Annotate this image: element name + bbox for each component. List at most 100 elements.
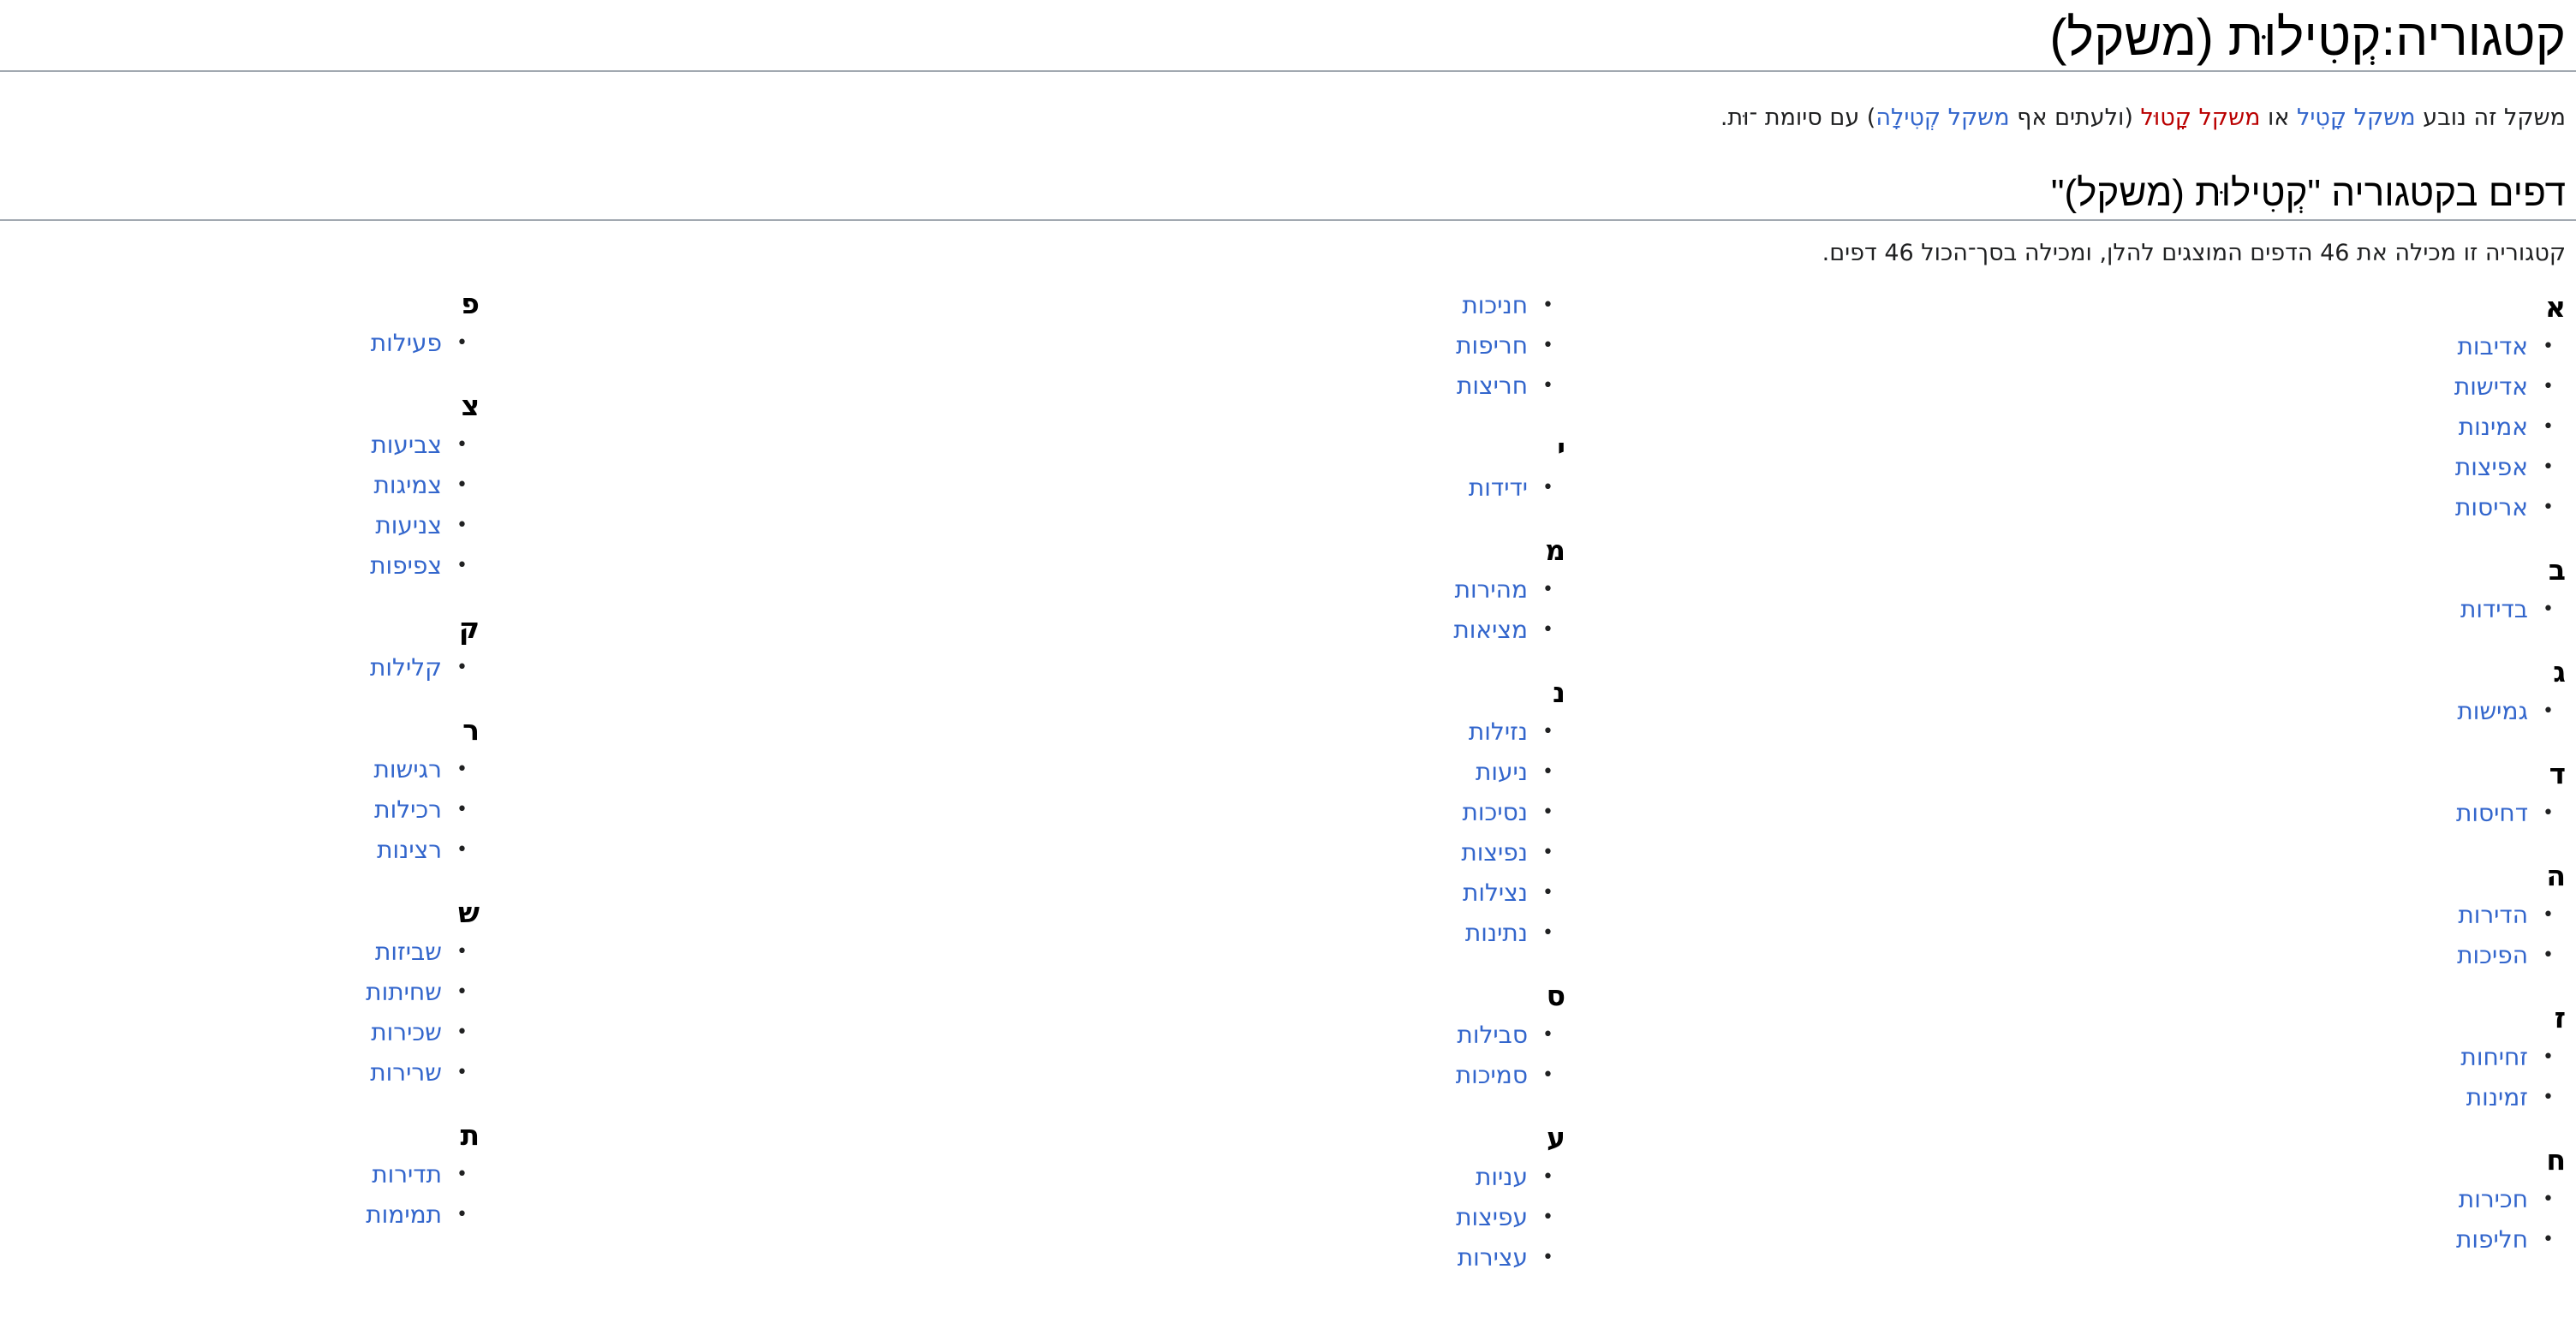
letter-heading: פ bbox=[461, 287, 480, 320]
category-page-link[interactable]: הפיכות bbox=[2457, 941, 2528, 969]
link-mishkal-ktila[interactable]: משקל קְטִילָה bbox=[1875, 104, 2009, 131]
list-item: • פעילות bbox=[34, 323, 480, 363]
letter-group: ר • רגישות • רכילות • רצינות bbox=[34, 712, 480, 870]
bullet-icon: • bbox=[456, 839, 468, 861]
category-page-link[interactable]: צביעות bbox=[371, 431, 442, 459]
list-item: • עצירות bbox=[1120, 1237, 1565, 1278]
bullet-icon: • bbox=[456, 799, 468, 820]
category-page-link[interactable]: אדיבות bbox=[2458, 332, 2528, 361]
category-column-3: פ • פעילות צ • צביעות • צמיגות • צניעות • צפיפות ק • ק… bbox=[34, 285, 480, 1259]
bullet-icon: • bbox=[456, 981, 468, 1003]
category-page-link[interactable]: נצילות bbox=[1463, 879, 1528, 907]
letter-list: • קלילות bbox=[34, 647, 480, 688]
category-page-link[interactable]: עניות bbox=[1476, 1163, 1528, 1191]
bullet-icon: • bbox=[2543, 336, 2554, 357]
category-page-link[interactable]: רגישות bbox=[374, 755, 442, 784]
category-page-link[interactable]: צפיפות bbox=[370, 551, 442, 580]
bullet-icon: • bbox=[456, 1164, 468, 1185]
category-page-link[interactable]: גמישות bbox=[2457, 697, 2528, 725]
list-item: • אמינות bbox=[2120, 407, 2566, 447]
category-page-link[interactable]: פעילות bbox=[371, 329, 442, 357]
list-item: • מהירות bbox=[1120, 569, 1565, 610]
bullet-icon: • bbox=[2543, 1189, 2554, 1210]
category-page-link[interactable]: ניעות bbox=[1476, 758, 1528, 786]
bullet-icon: • bbox=[1542, 619, 1553, 641]
bullet-icon: • bbox=[456, 434, 468, 456]
bullet-icon: • bbox=[1542, 295, 1553, 316]
bullet-icon: • bbox=[1542, 721, 1553, 742]
letter-group: ז • זחיחות • זמינות bbox=[2120, 999, 2566, 1117]
category-page-link[interactable]: צמיגות bbox=[374, 471, 442, 499]
list-item: • קלילות bbox=[34, 647, 480, 688]
category-page-link[interactable]: קלילות bbox=[370, 653, 442, 682]
category-page-link[interactable]: חניכות bbox=[1462, 291, 1528, 319]
category-page-link[interactable]: חריפות bbox=[1456, 331, 1528, 360]
category-page-link[interactable]: אפיצות bbox=[2455, 453, 2528, 481]
category-page-link[interactable]: עפיצות bbox=[1456, 1203, 1528, 1231]
category-page-link[interactable]: עצירות bbox=[1458, 1243, 1528, 1272]
link-mishkal-katul[interactable]: משקל קָטוּל bbox=[2141, 104, 2261, 131]
bullet-icon: • bbox=[456, 1062, 468, 1083]
category-page-link[interactable]: חריצות bbox=[1457, 372, 1528, 400]
letter-list: • תדירות • תמימות bbox=[34, 1154, 480, 1235]
category-page-link[interactable]: אריסות bbox=[2455, 493, 2528, 521]
list-item: • בדידות bbox=[2120, 589, 2566, 629]
bullet-icon: • bbox=[456, 759, 468, 780]
category-page-link[interactable]: חליפות bbox=[2456, 1225, 2528, 1254]
bullet-icon: • bbox=[456, 332, 468, 354]
bullet-icon: • bbox=[1542, 335, 1553, 356]
category-page-link[interactable]: סמיכות bbox=[1456, 1061, 1528, 1089]
category-page-link[interactable]: נסיכות bbox=[1463, 798, 1528, 826]
list-item: • עניות bbox=[1120, 1157, 1565, 1197]
category-page-link[interactable]: נזילות bbox=[1469, 718, 1528, 746]
category-page-link[interactable]: אמינות bbox=[2459, 413, 2528, 441]
list-item: • שביזות bbox=[34, 932, 480, 972]
category-page-link[interactable]: רצינות bbox=[377, 836, 442, 864]
category-page-link[interactable]: מציאות bbox=[1453, 616, 1528, 644]
category-page-link[interactable]: נפיצות bbox=[1461, 838, 1528, 867]
category-page-link[interactable]: אדישות bbox=[2454, 372, 2528, 401]
category-page-link[interactable]: נתינות bbox=[1465, 919, 1528, 947]
list-item: • זחיחות bbox=[2120, 1037, 2566, 1077]
letter-heading: ק bbox=[458, 611, 480, 645]
list-item: • נסיכות bbox=[1120, 792, 1565, 832]
list-item: • ידידות bbox=[1120, 468, 1565, 508]
bullet-icon: • bbox=[2543, 456, 2554, 478]
list-item: • שכירות bbox=[34, 1012, 480, 1052]
category-page-link[interactable]: שכירות bbox=[371, 1018, 442, 1046]
category-page-link[interactable]: ידידות bbox=[1469, 474, 1528, 502]
category-page-link[interactable]: רכילות bbox=[374, 796, 442, 824]
category-page-link[interactable]: שרירות bbox=[370, 1058, 442, 1087]
letter-group: פ • פעילות bbox=[34, 285, 480, 363]
category-page-link[interactable]: שחיתות bbox=[366, 978, 442, 1006]
bullet-icon: • bbox=[1542, 375, 1553, 396]
category-page-link[interactable]: זמינות bbox=[2466, 1083, 2528, 1111]
category-page-link[interactable]: דחיסות bbox=[2456, 799, 2528, 827]
category-page-link[interactable]: זחיחות bbox=[2460, 1043, 2528, 1071]
category-page-link[interactable]: חכירות bbox=[2459, 1185, 2528, 1213]
list-item: • סבילות bbox=[1120, 1015, 1565, 1055]
category-page-link[interactable]: שביזות bbox=[375, 938, 442, 966]
category-page-link[interactable]: סבילות bbox=[1457, 1021, 1528, 1049]
category-page-link[interactable]: הדירות bbox=[2458, 901, 2528, 929]
letter-list: • רגישות • רכילות • רצינות bbox=[34, 749, 480, 870]
category-page-link[interactable]: תדירות bbox=[372, 1160, 442, 1189]
letter-group: י • ידידות bbox=[1120, 430, 1565, 508]
intro-text-3: (ולעתים אף bbox=[2009, 104, 2141, 131]
category-page-link[interactable]: מהירות bbox=[1455, 575, 1528, 604]
list-item: • אפיצות bbox=[2120, 447, 2566, 487]
letter-list: • הדירות • הפיכות bbox=[2120, 895, 2566, 975]
list-item: • חריפות bbox=[1120, 325, 1565, 366]
letter-heading: ח bbox=[2546, 1143, 2566, 1177]
bullet-icon: • bbox=[2543, 904, 2554, 926]
list-item: • נצילות bbox=[1120, 873, 1565, 913]
category-page-link[interactable]: תמימות bbox=[366, 1201, 442, 1229]
category-page-link[interactable]: צניעות bbox=[375, 511, 442, 539]
category-column-2: • חניכות • חריפות • חריצות י • ידידות מ • מהירות • מצ… bbox=[1120, 285, 1565, 1302]
list-item: • חריצות bbox=[1120, 366, 1565, 406]
list-item: • מציאות bbox=[1120, 610, 1565, 650]
category-page-link[interactable]: בדידות bbox=[2460, 595, 2528, 623]
letter-heading: ד bbox=[2549, 757, 2566, 790]
link-mishkal-katil[interactable]: משקל קָטִיל bbox=[2297, 104, 2416, 131]
continued-list: • חניכות • חריפות • חריצות bbox=[1120, 285, 1565, 406]
